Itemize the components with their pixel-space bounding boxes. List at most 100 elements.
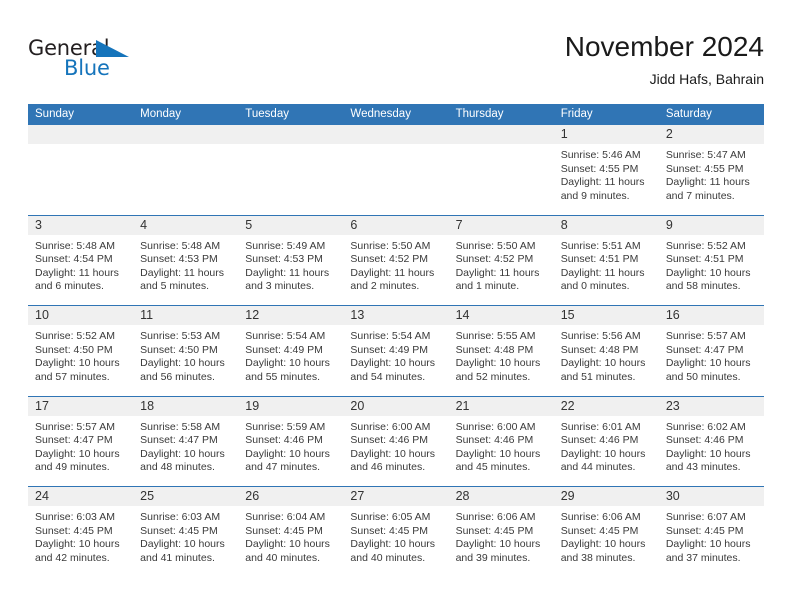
calendar-day-cell[interactable]: 4 Sunrise: 5:48 AM Sunset: 4:53 PM Daylight…: [133, 215, 239, 305]
day-number: 25: [140, 489, 155, 503]
sun-info: Sunrise: 6:01 AM Sunset: 4:46 PM Daylight:…: [554, 416, 659, 475]
calendar-day-cell[interactable]: 17 Sunrise: 5:57 AM Sunset: 4:47 PM Dayligh…: [28, 396, 134, 486]
day-of-week-header: Thursday: [455, 108, 504, 120]
sunset-text: Sunset: 4:50 PM: [35, 343, 113, 356]
sun-info: Sunrise: 5:57 AM Sunset: 4:47 PM Daylight:…: [28, 416, 133, 475]
calendar-day-cell[interactable]: 13 Sunrise: 5:54 AM Sunset: 4:49 PM Dayligh…: [343, 306, 449, 396]
daylight-text: Daylight: 11 hours and 7 minutes.: [665, 176, 750, 202]
daylight-text: Daylight: 10 hours and 39 minutes.: [455, 538, 541, 564]
sunset-text: Sunset: 4:46 PM: [455, 434, 534, 447]
day-number-band: 11: [133, 306, 239, 325]
sun-info: Sunrise: 5:54 AM Sunset: 4:49 PM Daylight:…: [343, 325, 448, 384]
day-number: 23: [665, 398, 680, 413]
calendar-day-cell[interactable]: 8 Sunrise: 5:51 AM Sunset: 4:51 PM Daylight…: [553, 215, 659, 305]
calendar-day-cell[interactable]: 11 Sunrise: 5:53 AM Sunset: 4:50 PM Dayligh…: [133, 306, 239, 396]
day-number: 3: [35, 217, 42, 232]
calendar-day-cell[interactable]: 16 Sunrise: 5:57 AM Sunset: 4:47 PM Dayligh…: [658, 306, 764, 396]
calendar-day-cell[interactable]: 7 Sunrise: 5:50 AM Sunset: 4:52 PM Daylight…: [448, 215, 554, 305]
sun-info: Sunrise: 5:54 AM Sunset: 4:49 PM Daylight:…: [238, 325, 343, 384]
daylight-text: Daylight: 10 hours and 49 minutes.: [35, 447, 120, 474]
calendar-day-cell[interactable]: 19 Sunrise: 5:59 AM Sunset: 4:46 PM Dayligh…: [238, 396, 344, 486]
sunrise-text: Sunrise: 5:51 AM: [560, 239, 641, 252]
calendar-day-cell[interactable]: [448, 125, 554, 215]
sunset-text: Sunset: 4:45 PM: [35, 524, 113, 537]
calendar-page: General Blue November 2024 Jidd Hafs, Ba…: [0, 0, 792, 612]
calendar-day-cell[interactable]: 3 Sunrise: 5:48 AM Sunset: 4:54 PM Daylight…: [28, 215, 134, 305]
sunrise-text: Sunrise: 6:07 AM: [665, 511, 746, 523]
calendar-day-cell[interactable]: 18 Sunrise: 5:58 AM Sunset: 4:47 PM Dayligh…: [133, 396, 239, 486]
calendar-day-cell[interactable]: 24 Sunrise: 6:03 AM Sunset: 4:45 PM Dayligh…: [28, 487, 134, 577]
sun-info: Sunrise: 6:02 AM Sunset: 4:46 PM Daylight:…: [659, 416, 764, 475]
calendar-day-cell[interactable]: 21 Sunrise: 6:00 AM Sunset: 4:46 PM Dayligh…: [448, 396, 554, 486]
calendar-day-cell[interactable]: 10 Sunrise: 5:52 AM Sunset: 4:50 PM Dayligh…: [28, 306, 134, 396]
calendar-day-cell[interactable]: 2 Sunrise: 5:47 AM Sunset: 4:55 PM Daylight…: [658, 125, 764, 215]
day-of-week-header: Saturday: [665, 108, 712, 120]
calendar-day-cell[interactable]: [343, 125, 449, 215]
calendar-day-cell[interactable]: 28 Sunrise: 6:06 AM Sunset: 4:45 PM Dayligh…: [448, 487, 554, 577]
calendar-day-cell[interactable]: 6 Sunrise: 5:50 AM Sunset: 4:52 PM Daylight…: [343, 215, 449, 305]
daylight-text: Daylight: 11 hours and 6 minutes.: [35, 266, 119, 293]
day-number: 27: [350, 489, 365, 503]
sun-info: Sunrise: 5:46 AM Sunset: 4:55 PM Daylight:…: [554, 144, 659, 203]
daylight-text: Daylight: 11 hours and 5 minutes.: [140, 266, 224, 293]
day-number-band: 29: [553, 487, 659, 506]
calendar-day-cell[interactable]: 9 Sunrise: 5:52 AM Sunset: 4:51 PM Daylight…: [658, 215, 764, 305]
daylight-text: Daylight: 10 hours and 48 minutes.: [140, 447, 225, 474]
sun-info: Sunrise: 6:05 AM Sunset: 4:45 PM Daylight:…: [343, 506, 448, 565]
page-title: November 2024: [564, 31, 764, 62]
calendar-weeks: 1 Sunrise: 5:46 AM Sunset: 4:55 PM Daylight…: [28, 125, 764, 577]
day-number-band: 21: [448, 396, 554, 416]
calendar-day-cell[interactable]: 20 Sunrise: 6:00 AM Sunset: 4:46 PM Dayligh…: [343, 396, 449, 486]
calendar-week-row: 24 Sunrise: 6:03 AM Sunset: 4:45 PM Dayligh…: [28, 486, 764, 577]
sun-info: Sunrise: 6:07 AM Sunset: 4:45 PM Daylight:…: [659, 506, 764, 565]
day-number-band: 30: [658, 487, 764, 506]
sunrise-text: Sunrise: 5:49 AM: [245, 239, 326, 252]
sun-info: Sunrise: 5:57 AM Sunset: 4:47 PM Daylight:…: [659, 325, 764, 384]
day-number-band: 28: [448, 487, 554, 506]
daylight-text: Daylight: 10 hours and 54 minutes.: [350, 357, 436, 383]
daylight-text: Daylight: 10 hours and 45 minutes.: [455, 447, 541, 474]
daylight-text: Daylight: 10 hours and 58 minutes.: [665, 266, 751, 293]
calendar-day-cell[interactable]: 23 Sunrise: 6:02 AM Sunset: 4:46 PM Dayligh…: [658, 396, 764, 486]
triangle-icon: [96, 40, 129, 57]
calendar-day-cell[interactable]: 25 Sunrise: 6:03 AM Sunset: 4:45 PM Dayligh…: [133, 487, 239, 577]
calendar-day-cell[interactable]: 15 Sunrise: 5:56 AM Sunset: 4:48 PM Dayligh…: [553, 306, 659, 396]
sunset-text: Sunset: 4:45 PM: [140, 524, 218, 537]
sunrise-text: Sunrise: 5:59 AM: [245, 420, 326, 433]
calendar-week-row: 17 Sunrise: 5:57 AM Sunset: 4:47 PM Dayligh…: [28, 395, 764, 486]
day-number-band: [28, 125, 134, 144]
day-number: 15: [560, 308, 575, 322]
day-number: 12: [245, 308, 260, 322]
sunset-text: Sunset: 4:50 PM: [140, 343, 218, 356]
daylight-text: Daylight: 10 hours and 44 minutes.: [560, 447, 646, 474]
day-number: 8: [560, 217, 568, 232]
day-number-band: 6: [343, 215, 449, 235]
day-number: 29: [560, 489, 575, 503]
day-number-band: 16: [658, 306, 764, 325]
day-number: 10: [35, 308, 49, 322]
day-number-band: 13: [343, 306, 449, 325]
calendar-day-cell[interactable]: [133, 125, 239, 215]
calendar-day-cell[interactable]: 5 Sunrise: 5:49 AM Sunset: 4:53 PM Daylight…: [238, 215, 344, 305]
calendar-day-cell[interactable]: 26 Sunrise: 6:04 AM Sunset: 4:45 PM Dayligh…: [238, 487, 344, 577]
calendar-week-row: 1 Sunrise: 5:46 AM Sunset: 4:55 PM Daylight…: [28, 125, 764, 215]
calendar-day-cell[interactable]: 27 Sunrise: 6:05 AM Sunset: 4:45 PM Dayligh…: [343, 487, 449, 577]
calendar-day-cell[interactable]: [238, 125, 344, 215]
sunrise-text: Sunrise: 5:54 AM: [350, 330, 431, 342]
day-number: 9: [665, 217, 673, 232]
calendar-day-cell[interactable]: 1 Sunrise: 5:46 AM Sunset: 4:55 PM Daylight…: [553, 125, 659, 215]
calendar-day-cell[interactable]: 14 Sunrise: 5:55 AM Sunset: 4:48 PM Dayligh…: [448, 306, 554, 396]
sunset-text: Sunset: 4:48 PM: [560, 343, 639, 356]
calendar-day-cell[interactable]: 30 Sunrise: 6:07 AM Sunset: 4:45 PM Dayligh…: [658, 487, 764, 577]
calendar-day-cell[interactable]: 29 Sunrise: 6:06 AM Sunset: 4:45 PM Dayligh…: [553, 487, 659, 577]
sunrise-text: Sunrise: 5:52 AM: [665, 239, 746, 252]
sunset-text: Sunset: 4:47 PM: [140, 434, 218, 447]
sunrise-text: Sunrise: 6:05 AM: [350, 511, 431, 523]
calendar-day-cell[interactable]: 12 Sunrise: 5:54 AM Sunset: 4:49 PM Dayligh…: [238, 306, 344, 396]
calendar-day-cell[interactable]: 22 Sunrise: 6:01 AM Sunset: 4:46 PM Dayligh…: [553, 396, 659, 486]
sunrise-text: Sunrise: 5:50 AM: [455, 239, 536, 252]
day-number-band: 10: [28, 306, 134, 325]
calendar-day-cell[interactable]: [28, 125, 134, 215]
sun-info: Sunrise: 5:50 AM Sunset: 4:52 PM Daylight:…: [343, 235, 448, 294]
general-blue-logo[interactable]: General Blue: [28, 36, 143, 82]
